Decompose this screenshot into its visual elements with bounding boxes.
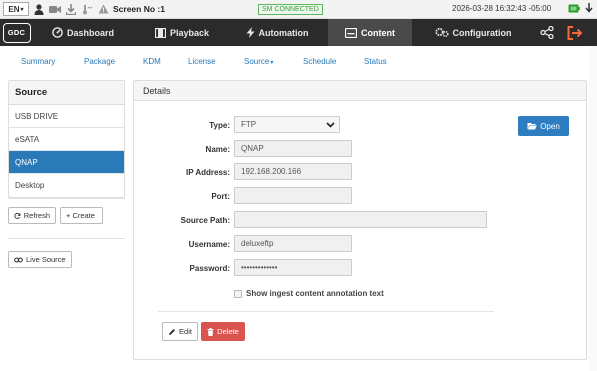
type-select[interactable]: FTP — [234, 116, 340, 133]
gears-icon — [434, 27, 449, 38]
edit-label: Edit — [179, 327, 192, 336]
caret-down-icon: ▾ — [270, 60, 274, 66]
battery-icon — [568, 4, 580, 15]
details-title: Details — [134, 81, 586, 101]
share-button[interactable] — [540, 19, 556, 46]
username-field[interactable]: deluxeftp — [234, 235, 352, 252]
download-icon — [65, 3, 77, 15]
nav-dashboard[interactable]: Dashboard — [48, 19, 118, 46]
subnav-source-label: Source — [244, 57, 270, 66]
ip-address-label: IP Address: — [185, 168, 230, 177]
details-panel: Details Open Type: FTP Name: QNAP IP Add… — [133, 80, 587, 360]
type-value: FTP — [241, 120, 257, 129]
username-label: Username: — [188, 240, 230, 249]
port-field[interactable] — [234, 187, 352, 204]
edit-button[interactable]: Edit — [162, 322, 198, 341]
type-label: Type: — [209, 121, 230, 130]
create-label: + Create — [66, 211, 95, 220]
status-bar: EN ▾ Screen No :1 SM CONNECTED 2026-03-2… — [0, 0, 597, 19]
annotation-checkbox-label: Show ingest content annotation text — [246, 289, 384, 298]
dashboard-icon — [52, 27, 63, 38]
subnav-kdm[interactable]: KDM — [143, 57, 161, 66]
refresh-icon — [14, 212, 21, 219]
refresh-button[interactable]: Refresh — [8, 207, 56, 224]
live-source-button[interactable]: Live Source — [8, 251, 72, 268]
logo-text: GDC — [2, 22, 31, 43]
nav-playback[interactable]: Playback — [150, 19, 214, 46]
subnav-source[interactable]: Source▾ — [244, 57, 273, 66]
nav-content[interactable]: Content — [328, 19, 412, 46]
source-item-esata[interactable]: eSATA — [9, 128, 124, 151]
name-label: Name: — [205, 145, 230, 154]
delete-button[interactable]: Delete — [201, 322, 245, 341]
port-label: Port: — [211, 192, 230, 201]
source-panel: Source USB DRIVE eSATA QNAP Desktop — [8, 80, 125, 198]
logout-icon — [567, 25, 583, 40]
sm-status-badge: SM CONNECTED — [258, 4, 323, 15]
subnav-schedule[interactable]: Schedule — [303, 57, 336, 66]
sidebar-divider — [8, 198, 125, 199]
pencil-icon — [169, 328, 176, 335]
source-item-desktop[interactable]: Desktop — [9, 174, 124, 197]
bolt-icon — [246, 27, 254, 38]
content-subnav: Summary Package KDM License Source▾ Sche… — [0, 46, 597, 76]
main-nav: GDC Dashboard Playback Automation Conten… — [0, 19, 597, 46]
nav-configuration-label: Configuration — [452, 27, 512, 38]
refresh-label: Refresh — [23, 211, 50, 220]
camera-icon — [49, 3, 61, 15]
gdc-logo[interactable]: GDC — [0, 19, 33, 46]
nav-content-label: Content — [361, 27, 395, 38]
language-select[interactable]: EN ▾ — [3, 2, 29, 16]
language-value: EN — [8, 4, 20, 14]
subnav-summary[interactable]: Summary — [21, 57, 55, 66]
form-divider — [158, 311, 494, 312]
annotation-checkbox-row[interactable]: Show ingest content annotation text — [234, 289, 384, 298]
name-field[interactable]: QNAP — [234, 140, 352, 157]
chevron-down-icon: ▾ — [20, 6, 24, 13]
page-scrollbar[interactable] — [589, 46, 597, 371]
password-label: Password: — [189, 264, 230, 273]
datetime-readout: 2026-03-28 16:32:43 -05:00 — [452, 4, 552, 13]
nav-playback-label: Playback — [169, 27, 210, 38]
nav-automation-label: Automation — [258, 27, 309, 38]
sidebar-divider-2 — [8, 238, 125, 239]
ip-address-field[interactable]: 192.168.200.166 — [234, 163, 352, 180]
open-label: Open — [540, 121, 560, 131]
live-source-label: Live Source — [26, 255, 66, 264]
subnav-license[interactable]: License — [188, 57, 216, 66]
create-button[interactable]: + Create — [60, 207, 103, 224]
nav-dashboard-label: Dashboard — [66, 27, 114, 38]
trash-icon — [207, 327, 214, 336]
source-path-field[interactable] — [234, 211, 487, 228]
film-icon — [154, 27, 166, 38]
source-panel-title: Source — [9, 81, 124, 105]
annotation-checkbox[interactable] — [234, 289, 242, 298]
warning-icon — [97, 3, 109, 15]
nav-automation[interactable]: Automation — [242, 19, 312, 46]
delete-label: Delete — [217, 327, 239, 336]
user-icon[interactable] — [33, 3, 45, 15]
folder-open-icon — [527, 123, 538, 130]
content-icon — [345, 27, 357, 38]
subnav-package[interactable]: Package — [84, 57, 115, 66]
temperature-icon — [81, 3, 93, 15]
source-path-label: Source Path: — [180, 216, 230, 225]
share-icon — [540, 26, 554, 39]
source-item-usb-drive[interactable]: USB DRIVE — [9, 105, 124, 128]
arrow-down-icon[interactable] — [585, 3, 593, 15]
subnav-status[interactable]: Status — [364, 57, 387, 66]
source-item-qnap[interactable]: QNAP — [9, 151, 124, 174]
password-field[interactable]: ••••••••••••• — [234, 259, 352, 276]
open-button[interactable]: Open — [518, 116, 569, 136]
logout-button[interactable] — [567, 19, 585, 46]
screen-number: Screen No :1 — [113, 4, 165, 14]
nav-configuration[interactable]: Configuration — [432, 19, 514, 46]
link-icon — [14, 257, 23, 262]
chevron-down-icon — [326, 121, 335, 128]
